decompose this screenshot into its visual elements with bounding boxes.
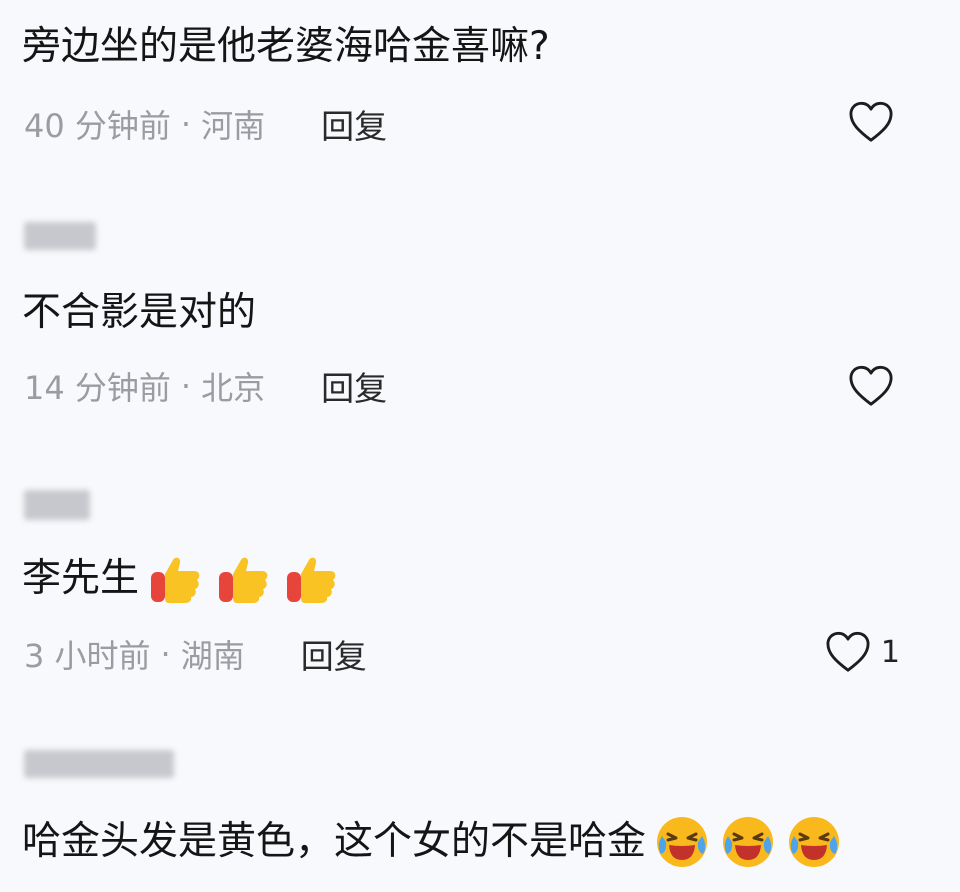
comment-text-label: 不合影是对的 bbox=[22, 290, 257, 335]
thumbs-up-icon bbox=[149, 552, 203, 606]
comment-text-label: 李先生 bbox=[22, 556, 140, 601]
username-mask bbox=[24, 490, 90, 520]
heart-icon bbox=[848, 364, 894, 408]
reply-button[interactable]: 回复 bbox=[321, 100, 387, 148]
reply-button[interactable]: 回复 bbox=[301, 630, 367, 678]
comment-time: 3 小时前 bbox=[24, 637, 151, 675]
heart-icon bbox=[825, 630, 871, 674]
meta-separator: · bbox=[180, 105, 192, 143]
laughing-crying-icon bbox=[720, 814, 776, 870]
like-button[interactable]: 1 bbox=[825, 630, 900, 674]
comment-text: 旁边坐的是他老婆海哈金喜嘛? bbox=[22, 22, 550, 72]
username bbox=[24, 750, 174, 786]
comment-location: 湖南 bbox=[180, 637, 245, 675]
emoji-row bbox=[654, 814, 842, 870]
comment-text-label: 旁边坐的是他老婆海哈金喜嘛? bbox=[22, 24, 550, 69]
like-button[interactable] bbox=[848, 100, 894, 144]
comment-list: 旁边坐的是他老婆海哈金喜嘛? 40 分钟前 · 河南 回复 不合影是对的 14 … bbox=[0, 0, 960, 892]
comment-location: 北京 bbox=[201, 369, 266, 407]
thumbs-up-icon bbox=[217, 552, 271, 606]
comment-time: 40 分钟前 bbox=[24, 107, 171, 145]
laughing-crying-icon bbox=[654, 814, 710, 870]
username bbox=[24, 222, 96, 258]
username bbox=[24, 490, 90, 528]
meta-separator: · bbox=[180, 367, 192, 405]
comment-meta: 14 分钟前 · 北京 回复 bbox=[24, 364, 387, 408]
comment-meta: 3 小时前 · 湖南 回复 bbox=[24, 632, 367, 676]
username-mask bbox=[24, 222, 96, 250]
comment-text: 不合影是对的 bbox=[22, 288, 256, 338]
emoji-row bbox=[149, 552, 353, 606]
thumbs-up-icon bbox=[285, 552, 339, 606]
comment-meta: 40 分钟前 · 河南 回复 bbox=[24, 102, 387, 146]
laughing-crying-icon bbox=[786, 814, 842, 870]
reply-button[interactable]: 回复 bbox=[321, 362, 387, 410]
comment-text-label: 哈金头发是黄色，这个女的不是哈金 bbox=[22, 819, 647, 864]
comment-time: 14 分钟前 bbox=[24, 369, 171, 407]
comment-location: 河南 bbox=[201, 107, 266, 145]
username-mask bbox=[24, 750, 174, 778]
like-count: 1 bbox=[880, 634, 900, 670]
like-button[interactable] bbox=[848, 364, 894, 408]
comment-text: 李先生 bbox=[22, 552, 353, 606]
meta-separator: · bbox=[160, 635, 171, 673]
comment-text: 哈金头发是黄色，这个女的不是哈金 bbox=[22, 814, 842, 870]
heart-icon bbox=[848, 100, 894, 144]
